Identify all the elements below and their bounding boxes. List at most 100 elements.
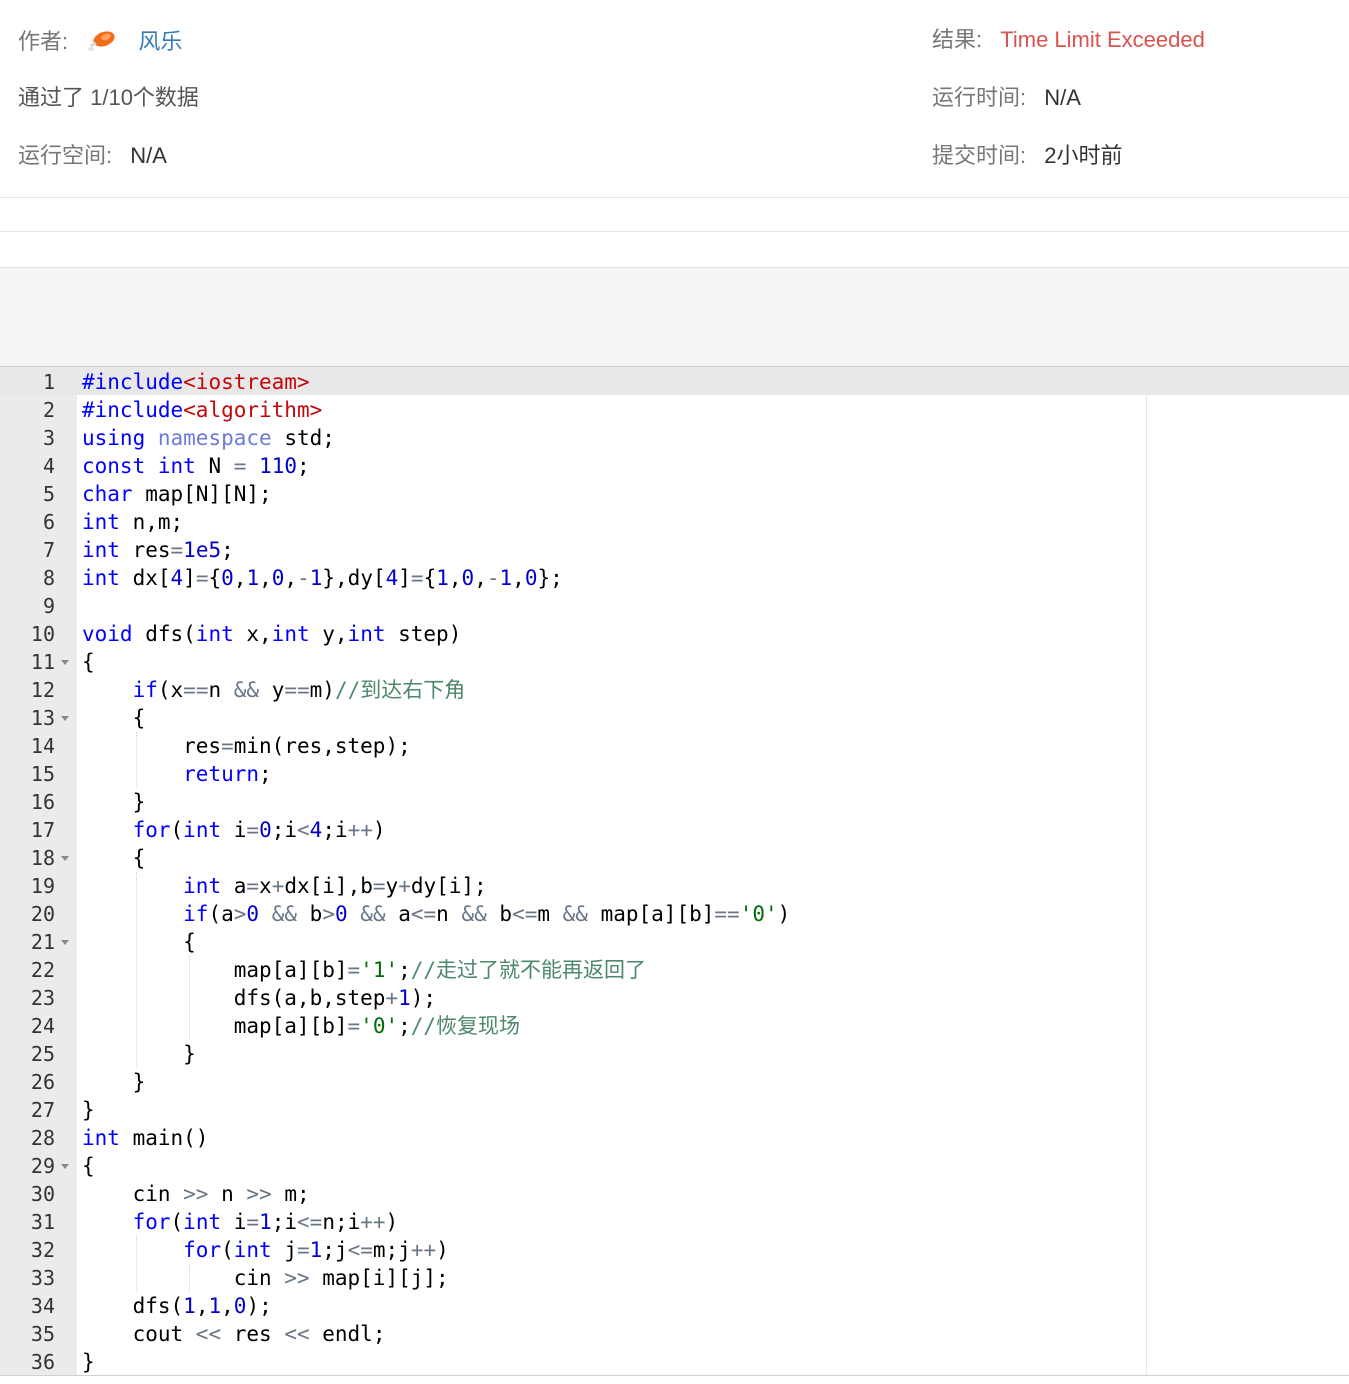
code-line[interactable]: 33 cin >> map[i][j]; (0, 1264, 1349, 1292)
code-token: x (259, 874, 272, 898)
code-token: && (271, 902, 298, 926)
code-text: { (82, 1152, 95, 1180)
code-token: ); (246, 1294, 272, 1318)
line-number: 21 (30, 930, 55, 954)
code-token: - (486, 566, 500, 590)
code-line[interactable]: 10 void dfs(int x,int y,int step) (0, 620, 1349, 648)
code-editor[interactable]: 1 #include<iostream> 2 #include<algorithm> 3… (0, 366, 1349, 1376)
code-line[interactable]: 20 if(a>0 && b>0 && a<=n && b<=m && map[… (0, 900, 1349, 928)
fold-toggle-icon[interactable] (61, 716, 69, 721)
code-line[interactable]: 34 dfs(1,1,0); (0, 1292, 1349, 1320)
code-token: , (259, 566, 272, 590)
code-line[interactable]: 25 } (0, 1040, 1349, 1068)
code-token: ; (221, 538, 234, 562)
code-text: { (82, 928, 196, 956)
code-token: //到达右下角 (334, 678, 466, 702)
code-line[interactable]: 18 { (0, 844, 1349, 872)
line-number: 13 (30, 706, 55, 730)
author-name-link[interactable]: 风乐 (138, 29, 182, 54)
code-line[interactable]: 6 int n,m; (0, 508, 1349, 536)
code-line[interactable]: 14 res=min(res,step); (0, 732, 1349, 760)
code-token: ] (183, 566, 196, 590)
fold-toggle-icon[interactable] (61, 856, 69, 861)
author-row: 作者: 风乐 (18, 28, 182, 57)
code-token: n (208, 1182, 247, 1206)
code-token: = (246, 818, 260, 842)
code-line[interactable]: 2 #include<algorithm> (0, 396, 1349, 424)
code-token: <iostream> (183, 370, 310, 394)
code-token: 0 (524, 566, 538, 590)
memory-value: N/A (130, 143, 167, 168)
code-line[interactable]: 5 char map[N][N]; (0, 480, 1349, 508)
code-line[interactable]: 27} (0, 1096, 1349, 1124)
code-text: for(int i=1;i<=n;i++) (82, 1208, 399, 1236)
code-line[interactable]: 26 } (0, 1068, 1349, 1096)
code-token: std; (271, 426, 335, 450)
code-token: '1' (360, 958, 399, 982)
code-line[interactable]: 30 cin >> n >> m; (0, 1180, 1349, 1208)
code-token: >> (183, 1182, 209, 1206)
fold-toggle-icon[interactable] (61, 1164, 69, 1169)
code-token: { (208, 566, 222, 590)
author-label: 作者: (18, 29, 69, 54)
run-time-label: 运行时间: (932, 85, 1027, 110)
code-token: + (385, 986, 399, 1010)
code-line[interactable]: 24 map[a][b]='0';//恢复现场 (0, 1012, 1349, 1040)
code-line[interactable]: 28 int main() (0, 1124, 1349, 1152)
code-line[interactable]: 13 { (0, 704, 1349, 732)
fold-toggle-icon[interactable] (61, 660, 69, 665)
code-line[interactable]: 7 int res=1e5; (0, 536, 1349, 564)
code-line[interactable]: 32 for(int j=1;j<=m;j++) (0, 1236, 1349, 1264)
code-text: } (82, 1040, 196, 1068)
code-token: map[a][b] (82, 1014, 348, 1038)
code-line[interactable]: 12 if(x==n && y==m)//到达右下角 (0, 676, 1349, 704)
code-token: { (82, 650, 95, 674)
line-number: 3 (42, 426, 55, 450)
code-line[interactable]: 15 return; (0, 760, 1349, 788)
code-line[interactable]: 17 for(int i=0;i<4;i++) (0, 816, 1349, 844)
code-text: { (82, 648, 95, 676)
code-line[interactable]: 1 #include<iostream> (0, 368, 1349, 396)
code-line[interactable]: 9 (0, 592, 1349, 620)
code-token: step) (385, 622, 462, 646)
code-token: (a (208, 902, 234, 926)
submit-time-row: 提交时间: 2小时前 (932, 142, 1123, 170)
code-token: 1 (183, 1294, 196, 1318)
code-line[interactable]: 4 const int N = 110; (0, 452, 1349, 480)
code-token: > (322, 902, 335, 926)
code-line[interactable]: 19 int a=x+dx[i],b=y+dy[i]; (0, 872, 1349, 900)
code-line[interactable]: 8 int dx[4]={0,1,0,-1},dy[4]={1,0,-1,0}; (0, 564, 1349, 592)
code-token: && (233, 678, 260, 702)
code-text: if(x==n && y==m)//到达右下角 (82, 676, 466, 704)
line-number: 8 (42, 566, 55, 590)
code-token: map[a][b] (587, 902, 715, 926)
code-line[interactable]: 31 for(int i=1;i<=n;i++) (0, 1208, 1349, 1236)
code-token: ] (398, 566, 411, 590)
code-line[interactable]: 23 dfs(a,b,step+1); (0, 984, 1349, 1012)
code-line[interactable]: 22 map[a][b]='1';//走过了就不能再返回了 (0, 956, 1349, 984)
code-token: //恢复现场 (410, 1014, 521, 1038)
code-line[interactable]: 36} (0, 1348, 1349, 1375)
code-line[interactable]: 35 cout << res << endl; (0, 1320, 1349, 1348)
code-token: int (82, 1126, 120, 1150)
code-line[interactable]: 21 { (0, 928, 1349, 956)
code-token: ; (297, 454, 310, 478)
code-token: n (436, 902, 462, 926)
code-line[interactable]: 11 { (0, 648, 1349, 676)
code-text: dfs(1,1,0); (82, 1292, 272, 1320)
fold-toggle-icon[interactable] (61, 940, 69, 945)
code-token: b (297, 902, 323, 926)
code-text: map[a][b]='0';//恢复现场 (82, 1012, 520, 1040)
author-avatar[interactable] (84, 27, 118, 55)
code-token: ;i (271, 818, 298, 842)
code-token: m) (309, 678, 335, 702)
code-token: 4 (385, 566, 399, 590)
code-line[interactable]: 29 { (0, 1152, 1349, 1180)
code-line[interactable]: 3 using namespace std; (0, 424, 1349, 452)
code-token: ( (170, 818, 184, 842)
code-line[interactable]: 16 } (0, 788, 1349, 816)
